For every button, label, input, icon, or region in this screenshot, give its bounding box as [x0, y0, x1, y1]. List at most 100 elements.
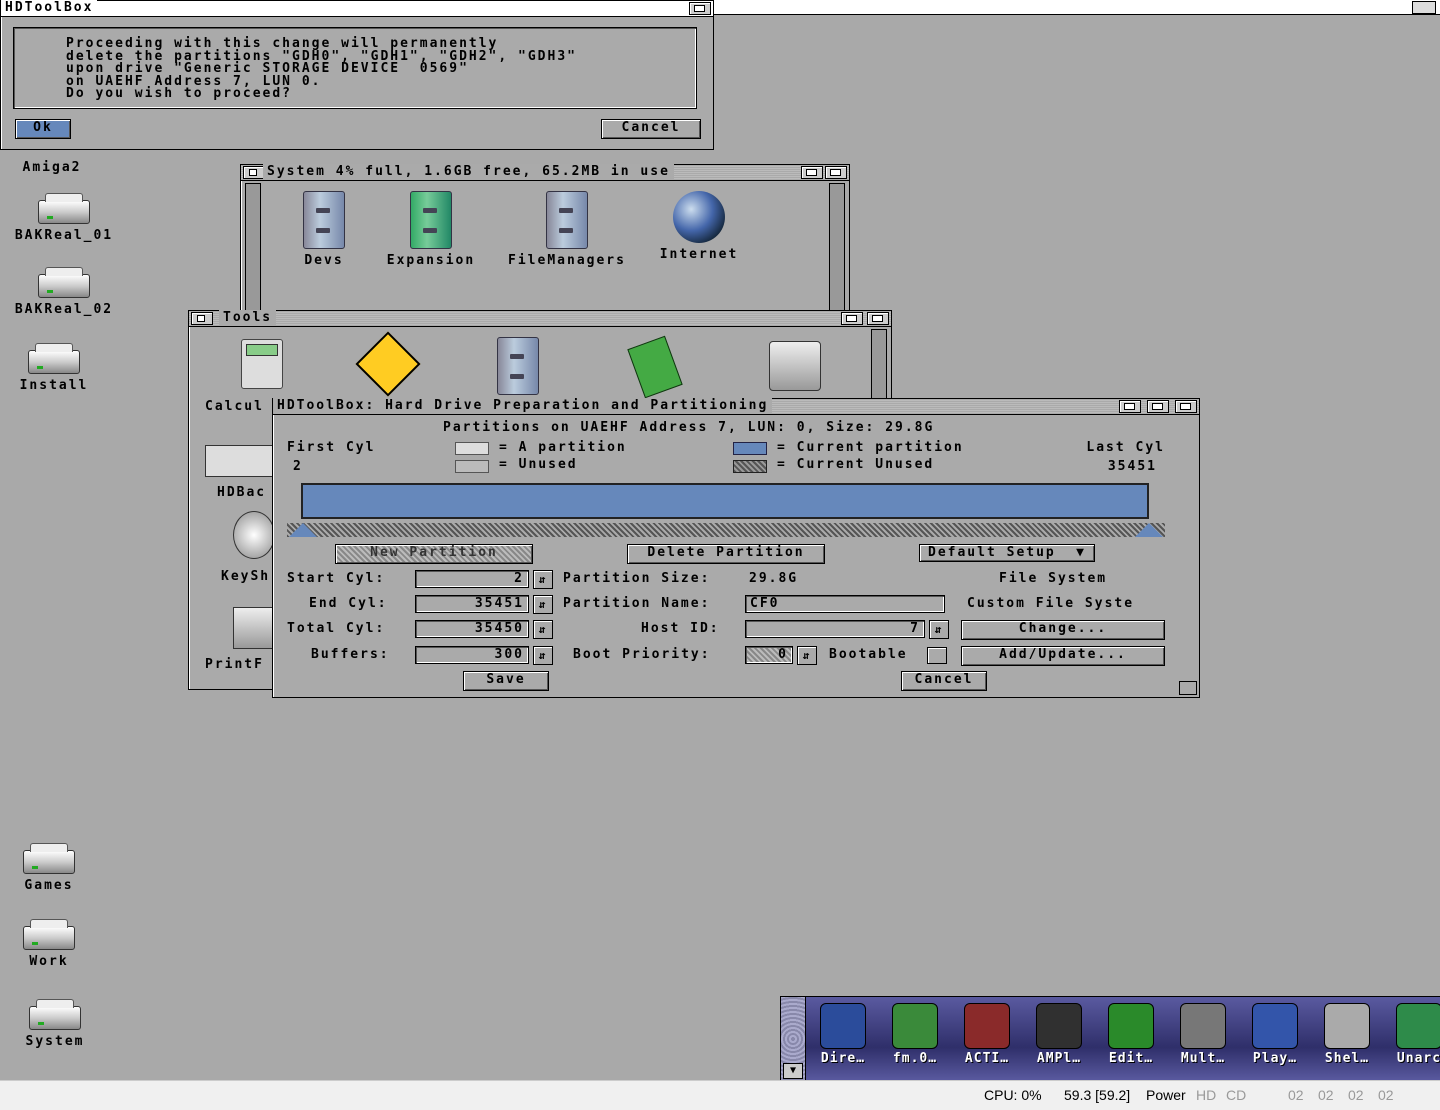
- cd-led: CD: [1226, 1087, 1247, 1103]
- calculator-icon[interactable]: [241, 339, 283, 389]
- ampl-icon: [1036, 1003, 1082, 1049]
- route-sign-icon[interactable]: [355, 331, 421, 397]
- partition-size-value: 29.8G: [749, 571, 799, 586]
- tools-window-titlebar[interactable]: Tools: [189, 310, 891, 327]
- partitions-header: Partitions on UAEHF Address 7, LUN: 0, S…: [443, 420, 935, 435]
- drawer-expansion[interactable]: Expansion: [381, 191, 481, 268]
- zoom-gadget-icon[interactable]: [1119, 400, 1141, 413]
- buffers-field[interactable]: 300: [415, 646, 529, 664]
- default-setup-dropdown[interactable]: Default Setup ▼: [919, 544, 1095, 562]
- harddisk-icon: [29, 999, 81, 1030]
- dock-item-label: Unarc: [1396, 1051, 1440, 1066]
- system-window-titlebar[interactable]: System 4% full, 1.6GB free, 65.2MB in us…: [241, 164, 849, 181]
- default-setup-label: Default Setup: [928, 545, 1056, 560]
- dock-item-ampl[interactable]: AMPl…: [1031, 999, 1087, 1079]
- notepad-icon[interactable]: [627, 335, 683, 399]
- dock-item-directory-opus[interactable]: Dire…: [815, 999, 871, 1079]
- partition-name-field[interactable]: CF0: [745, 595, 945, 613]
- printer-icon[interactable]: [233, 607, 275, 649]
- close-gadget-icon[interactable]: [191, 312, 213, 325]
- cancel-button[interactable]: Cancel: [901, 671, 987, 691]
- change-button[interactable]: Change...: [961, 620, 1165, 640]
- ok-button[interactable]: Ok: [15, 119, 71, 139]
- chevron-down-icon[interactable]: ▼: [783, 1063, 803, 1079]
- partition-range-strip[interactable]: [287, 523, 1165, 537]
- dock-item-editor[interactable]: Edit…: [1103, 999, 1159, 1079]
- vertical-scrollbar[interactable]: [245, 183, 261, 315]
- end-handle-icon[interactable]: [1135, 523, 1163, 537]
- drawer-internet[interactable]: Internet: [649, 191, 749, 262]
- total-cyl-stepper-icon[interactable]: [533, 620, 553, 639]
- host-id-field[interactable]: 7: [745, 620, 925, 638]
- depth-gadget-icon[interactable]: [867, 312, 889, 325]
- desktop-icon-bakreal-01[interactable]: BAKReal_01: [4, 193, 124, 243]
- icon-label: Install: [19, 378, 89, 393]
- hdtoolbox-titlebar[interactable]: HDToolBox: Hard Drive Preparation and Pa…: [273, 398, 1199, 415]
- desktop-icon-system[interactable]: System: [10, 999, 100, 1049]
- dock-item-label: Edit…: [1108, 1051, 1154, 1066]
- buffers-stepper-icon[interactable]: [533, 646, 553, 665]
- requester-window: HDToolBox Proceeding with this change wi…: [0, 0, 714, 150]
- delete-partition-button[interactable]: Delete Partition: [627, 544, 825, 564]
- start-cyl-stepper-icon[interactable]: [533, 570, 553, 589]
- window-title: HDToolBox: Hard Drive Preparation and Pa…: [273, 398, 773, 413]
- bootable-checkbox[interactable]: [927, 647, 947, 664]
- dock-item-action[interactable]: ACTI…: [959, 999, 1015, 1079]
- dock-handle[interactable]: ▼: [781, 997, 806, 1081]
- keyshow-icon[interactable]: [233, 511, 275, 559]
- hdbackup-icon[interactable]: [205, 445, 277, 477]
- dock-item-player[interactable]: Play…: [1247, 999, 1303, 1079]
- icon-label: KeySh: [221, 569, 271, 584]
- depth-gadget-icon[interactable]: [825, 166, 847, 179]
- depth-gadget-icon[interactable]: [1175, 400, 1197, 413]
- end-cyl-field[interactable]: 35451: [415, 595, 529, 613]
- resize-gadget-icon[interactable]: [1179, 681, 1197, 695]
- printer-icon[interactable]: [769, 341, 821, 391]
- save-button[interactable]: Save: [463, 671, 549, 691]
- iconify-gadget-icon[interactable]: [1147, 400, 1169, 413]
- dock-item-fm[interactable]: fm.0…: [887, 999, 943, 1079]
- close-gadget-icon[interactable]: [243, 166, 265, 179]
- requester-cancel-button[interactable]: Cancel: [601, 119, 701, 139]
- dock-item-multiview[interactable]: Mult…: [1175, 999, 1231, 1079]
- new-partition-button[interactable]: New Partition: [335, 544, 533, 564]
- vertical-scrollbar[interactable]: [871, 329, 887, 401]
- file-system-value: Custom File Syste: [967, 596, 1135, 611]
- start-handle-icon[interactable]: [289, 523, 317, 537]
- boot-priority-stepper-icon[interactable]: [797, 646, 817, 665]
- zoom-gadget-icon[interactable]: [841, 312, 863, 325]
- icon-label: Expansion: [386, 253, 476, 268]
- host-id-stepper-icon[interactable]: [929, 620, 949, 639]
- partition-bar[interactable]: [301, 483, 1149, 519]
- desktop-icon-install[interactable]: Install: [4, 343, 104, 393]
- screen-depth-gadget[interactable]: [1412, 1, 1436, 14]
- start-cyl-field[interactable]: 2: [415, 570, 529, 588]
- vertical-scrollbar[interactable]: [829, 183, 845, 315]
- desktop-icon-amiga2[interactable]: Amiga2: [10, 156, 94, 175]
- harddisk-icon: [28, 343, 80, 374]
- depth-gadget-icon[interactable]: [689, 2, 711, 15]
- requester-titlebar[interactable]: HDToolBox: [1, 0, 713, 17]
- desktop-icon-games[interactable]: Games: [4, 843, 94, 893]
- desktop-icon-bakreal-02[interactable]: BAKReal_02: [4, 267, 124, 317]
- drawer-devs[interactable]: Devs: [289, 191, 359, 268]
- dock-item-label: ACTI…: [964, 1051, 1010, 1066]
- shell-icon: [1324, 1003, 1370, 1049]
- drawer-icon[interactable]: [497, 337, 539, 395]
- first-cyl-label: First Cyl: [287, 440, 376, 455]
- drawer-filemanagers[interactable]: FileManagers: [497, 191, 637, 268]
- zoom-gadget-icon[interactable]: [801, 166, 823, 179]
- harddisk-icon: [23, 843, 75, 874]
- host-id-label: Host ID:: [641, 621, 720, 636]
- legend-current-label: = Current partition: [777, 440, 964, 455]
- dock-item-label: AMPl…: [1036, 1051, 1082, 1066]
- total-cyl-field[interactable]: 35450: [415, 620, 529, 638]
- boot-priority-field[interactable]: 0: [745, 646, 793, 664]
- action-icon: [964, 1003, 1010, 1049]
- dock-item-unarc[interactable]: Unarc: [1391, 999, 1440, 1079]
- dock-item-shell[interactable]: Shel…: [1319, 999, 1375, 1079]
- end-cyl-label: End Cyl:: [309, 596, 388, 611]
- end-cyl-stepper-icon[interactable]: [533, 595, 553, 614]
- add-update-button[interactable]: Add/Update...: [961, 646, 1165, 666]
- desktop-icon-work[interactable]: Work: [4, 919, 94, 969]
